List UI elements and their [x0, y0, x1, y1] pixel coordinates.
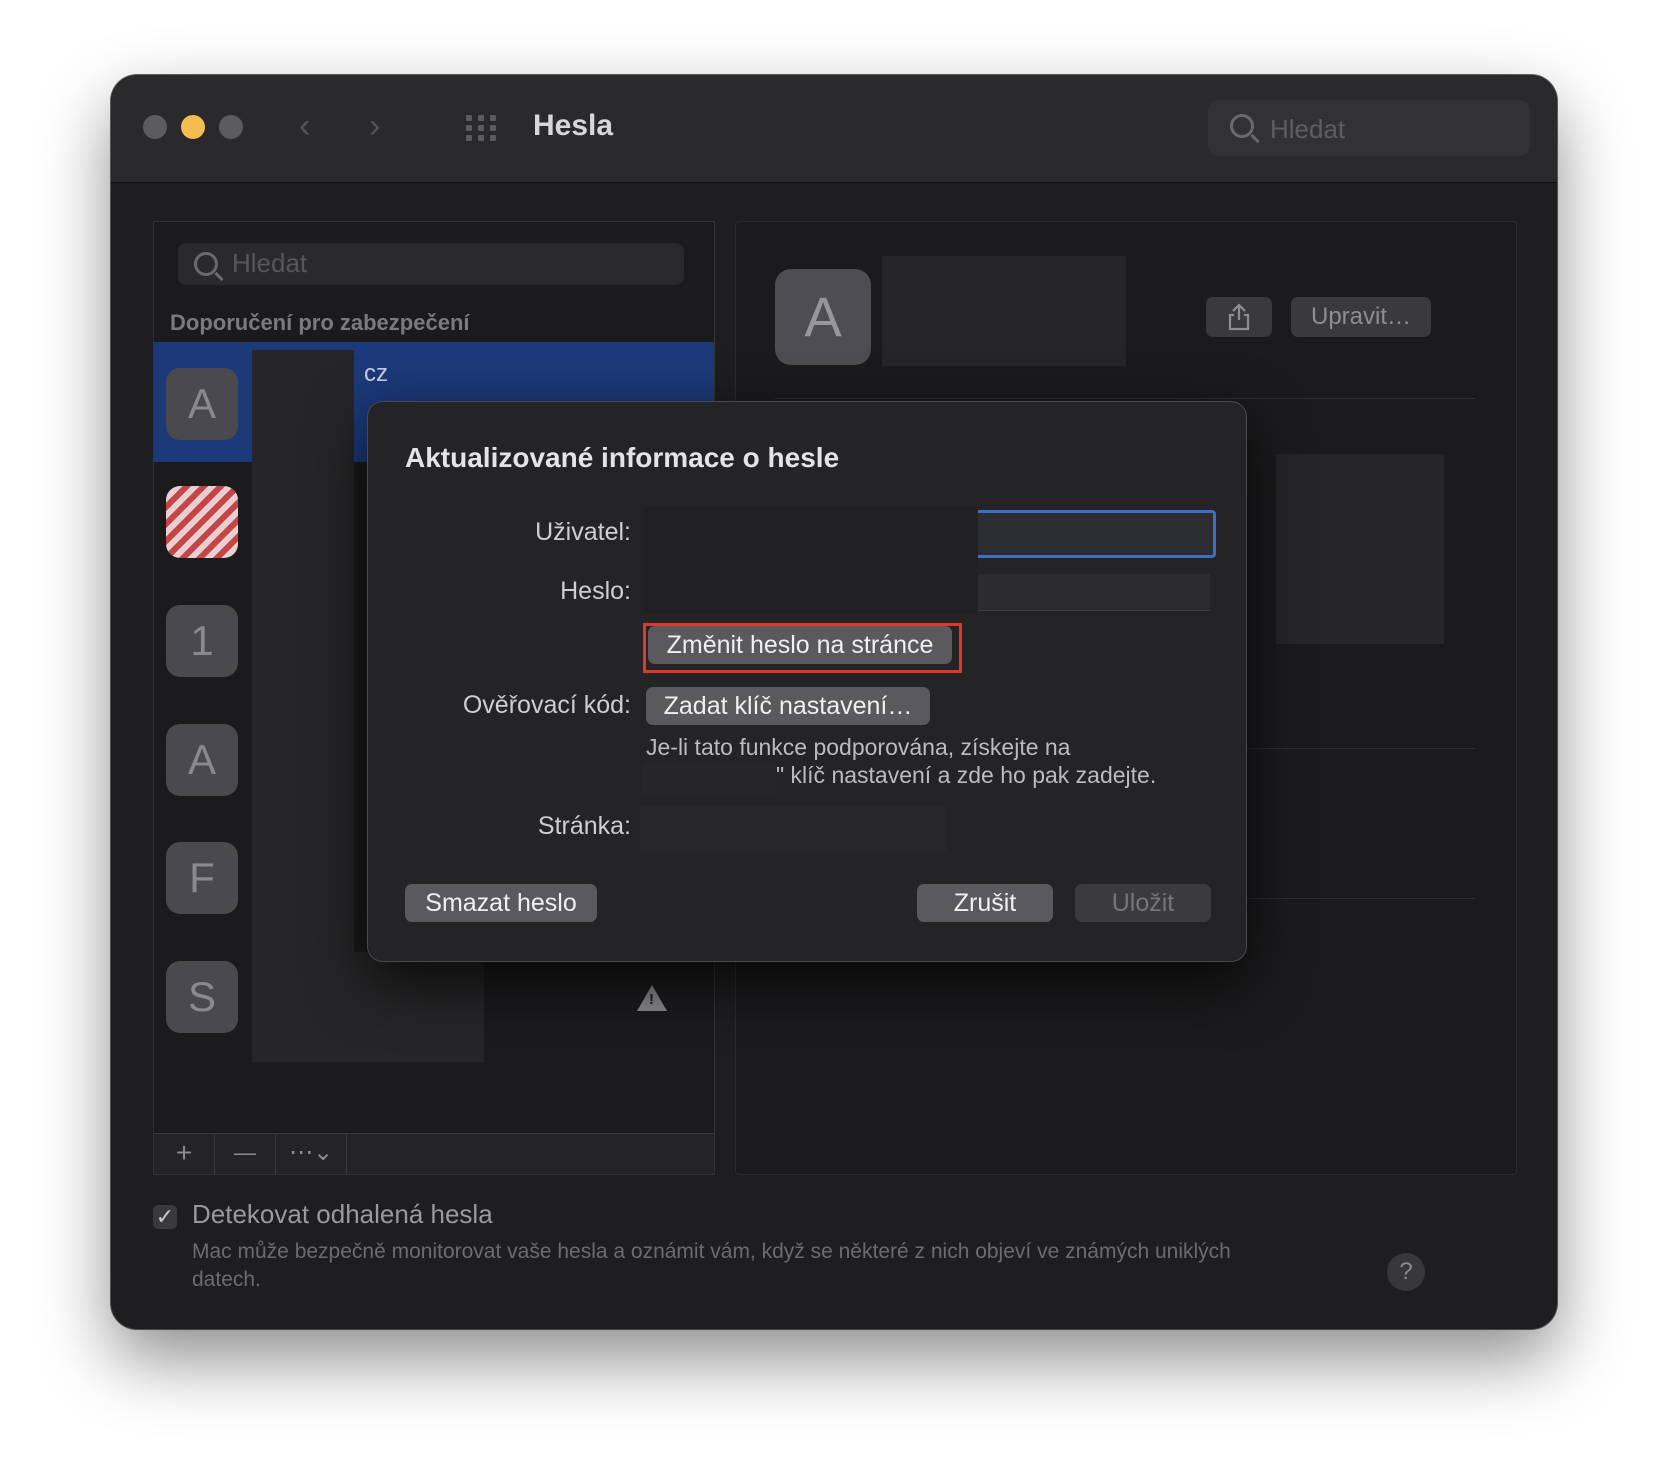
- list-item-avatar: A: [166, 368, 238, 440]
- detail-avatar: A: [775, 269, 871, 365]
- close-window-button[interactable]: [143, 115, 167, 139]
- window-title: Hesla: [533, 109, 614, 142]
- edit-button[interactable]: Upravit…: [1291, 297, 1431, 337]
- toolbar-search-field[interactable]: Hledat: [1208, 100, 1530, 156]
- highlight-annotation: [643, 623, 962, 673]
- sidebar-search-field[interactable]: Hledat: [178, 243, 684, 285]
- list-item-avatar-app-logo: [166, 486, 238, 558]
- forward-arrow-icon[interactable]: ›: [369, 109, 380, 143]
- detect-compromised-label: Detekovat odhalená hesla: [192, 1199, 493, 1229]
- more-options-button[interactable]: ⋯⌄: [276, 1134, 347, 1174]
- detect-compromised-description: Mac může bezpečně monitorovat vaše hesla…: [192, 1240, 1231, 1291]
- save-button[interactable]: Uložit: [1075, 884, 1211, 922]
- verification-code-label: Ověřovací kód:: [462, 691, 631, 719]
- user-label: Uživatel:: [535, 518, 631, 546]
- dialog-title: Aktualizované informace o hesle: [405, 442, 840, 473]
- verification-note-line-2: " klíč nastavení a zde ho pak zadejte.: [776, 762, 1157, 788]
- help-button[interactable]: ?: [1387, 1253, 1425, 1291]
- add-button[interactable]: +: [154, 1134, 215, 1174]
- list-item-avatar: A: [166, 724, 238, 796]
- divider: [775, 398, 1475, 399]
- toolbar-search-placeholder: Hledat: [1270, 114, 1346, 144]
- redacted-list-text: [252, 952, 484, 1062]
- password-label: Heslo:: [560, 577, 631, 605]
- back-arrow-icon[interactable]: ‹: [299, 109, 310, 143]
- verification-note-line-1: Je-li tato funkce podporována, získejte …: [646, 734, 1071, 760]
- redacted-credentials: [644, 506, 978, 614]
- site-field[interactable]: [640, 806, 946, 852]
- cancel-button[interactable]: Zrušit: [917, 884, 1053, 922]
- site-label: Stránka:: [537, 812, 631, 840]
- zoom-window-button[interactable]: [219, 115, 243, 139]
- minimize-window-button[interactable]: [181, 115, 205, 139]
- titlebar: ‹ › Hesla Hledat: [111, 75, 1557, 183]
- redacted-site-name: [642, 762, 776, 796]
- delete-password-button[interactable]: Smazat heslo: [405, 884, 597, 922]
- list-item-domain-suffix: cz: [364, 360, 388, 387]
- warning-icon: !: [637, 985, 667, 1011]
- list-toolbar: + — ⋯⌄: [154, 1133, 714, 1174]
- enter-setup-key-button[interactable]: Zadat klíč nastavení…: [646, 687, 930, 725]
- search-icon: [1230, 114, 1254, 138]
- redacted-detail-content: [1276, 454, 1444, 644]
- remove-button[interactable]: —: [215, 1134, 276, 1174]
- list-item-avatar: S: [166, 961, 238, 1033]
- search-icon: [194, 252, 218, 276]
- redacted-site-title: [882, 256, 1126, 366]
- list-item-avatar: F: [166, 842, 238, 914]
- show-all-grid-icon[interactable]: [466, 115, 502, 141]
- update-password-dialog: Aktualizované informace o hesle Uživatel…: [367, 401, 1247, 962]
- section-header: Doporučení pro zabezpečení: [170, 310, 470, 335]
- share-icon: [1228, 303, 1250, 331]
- detect-compromised-checkbox[interactable]: ✓: [153, 1205, 177, 1229]
- list-item-avatar: 1: [166, 605, 238, 677]
- share-button[interactable]: [1206, 297, 1272, 337]
- sidebar-search-placeholder: Hledat: [232, 248, 308, 278]
